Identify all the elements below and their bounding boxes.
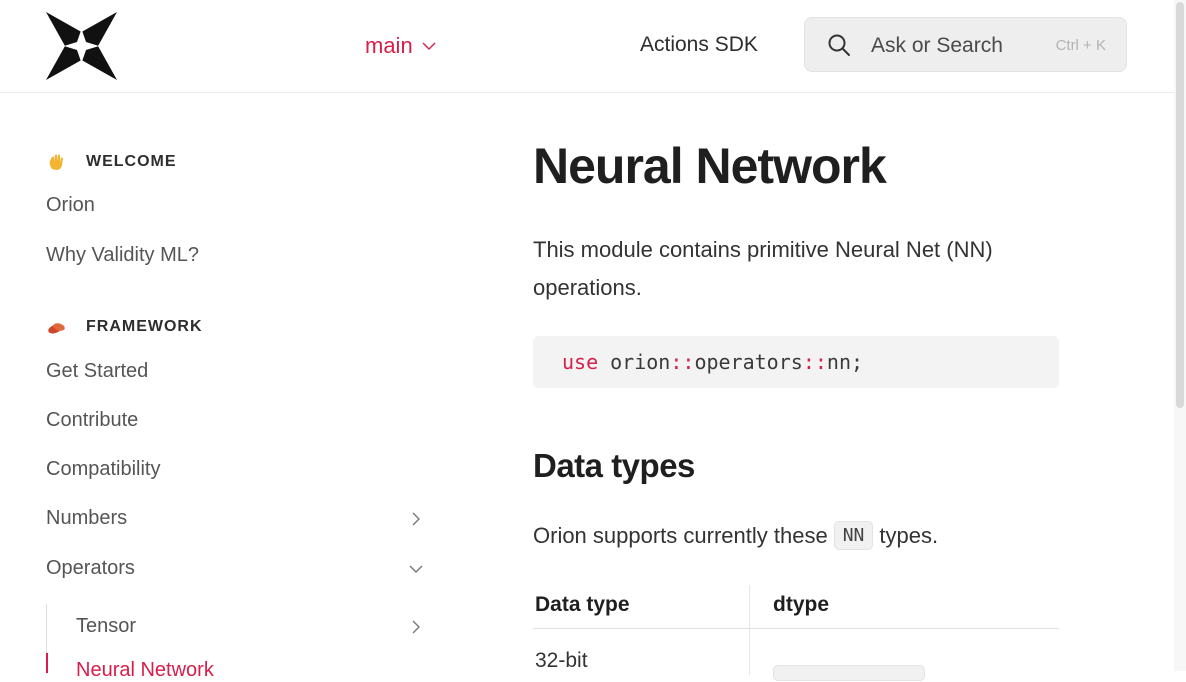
search-box[interactable]: Ctrl + K [804, 17, 1127, 72]
section-title: FRAMEWORK [86, 318, 203, 335]
inline-code: NN [833, 521, 874, 550]
table-header-cell: Data type [535, 593, 630, 616]
code-separator: :: [802, 350, 827, 374]
section-framework: FRAMEWORK [46, 318, 203, 336]
column-divider [749, 585, 750, 675]
page-title: Neural Network [533, 138, 887, 194]
sidebar-item-compatibility[interactable]: Compatibility [46, 458, 426, 481]
orion-logo-icon[interactable] [46, 12, 117, 80]
active-indicator [46, 653, 48, 673]
sidebar-nav: WELCOME Orion Why Validity ML? FRAMEWORK… [0, 93, 460, 681]
version-label: main [365, 33, 413, 58]
code-separator: :: [670, 350, 695, 374]
scrollbar-thumb[interactable] [1176, 2, 1184, 408]
sidebar-item-label: Orion [46, 194, 95, 216]
table-cell-code [773, 665, 925, 681]
data-types-table: Data type dtype 32-bit [533, 585, 1059, 681]
code-token: nn; [826, 350, 864, 374]
sidebar-item-why-validity[interactable]: Why Validity ML? [46, 244, 426, 267]
actions-sdk-link[interactable]: Actions SDK [640, 33, 758, 57]
main-content: Neural Network This module contains prim… [533, 93, 1093, 681]
sidebar-item-label: Numbers [46, 507, 128, 529]
version-selector[interactable]: main [365, 33, 437, 59]
sidebar-item-label: Get Started [46, 360, 149, 382]
sidebar-item-contribute[interactable]: Contribute [46, 409, 426, 432]
section-welcome: WELCOME [46, 153, 177, 171]
support-text: Orion supports currently these [533, 522, 828, 548]
peanuts-icon [48, 323, 65, 334]
search-input[interactable] [869, 30, 1053, 62]
chevron-down-icon [422, 42, 436, 50]
sidebar-item-label: Tensor [76, 615, 137, 637]
sidebar-item-label: Contribute [46, 409, 139, 431]
sidebar-item-label: Why Validity ML? [46, 244, 200, 266]
sidebar-item-numbers[interactable]: Numbers [46, 507, 426, 530]
scrollbar[interactable] [1174, 0, 1186, 671]
waving-hand-icon [49, 154, 63, 170]
sidebar-item-operators[interactable]: Operators [46, 557, 426, 580]
code-token: orion [610, 350, 671, 374]
table-header-row: Data type dtype [533, 585, 1059, 629]
chevron-down-icon[interactable] [408, 561, 424, 577]
sidebar-item-tensor[interactable]: Tensor [76, 615, 426, 638]
intro-paragraph: This module contains primitive Neural Ne… [533, 237, 993, 300]
section-heading: Data types [533, 447, 695, 484]
sidebar-item-get-started[interactable]: Get Started [46, 360, 426, 383]
code-token: operators [694, 350, 803, 374]
search-shortcut: Ctrl + K [1055, 37, 1106, 54]
chevron-right-icon[interactable] [408, 511, 424, 527]
code-block[interactable]: use orion :: operators :: nn; [533, 336, 1059, 388]
top-header: main Actions SDK Ctrl + K [0, 0, 1174, 93]
sidebar-item-orion[interactable]: Orion [46, 194, 426, 217]
table-header-cell: dtype [773, 593, 830, 616]
support-text: types. [879, 522, 939, 548]
table-cell: 32-bit [535, 649, 588, 672]
sidebar-item-label: Compatibility [46, 458, 161, 480]
support-paragraph: Orion supports currently these NN types. [533, 521, 938, 550]
search-icon [828, 34, 850, 56]
chevron-right-icon[interactable] [408, 619, 424, 635]
section-title: WELCOME [86, 153, 177, 170]
code-keyword: use [562, 350, 599, 374]
sidebar-item-label: Operators [46, 557, 135, 579]
